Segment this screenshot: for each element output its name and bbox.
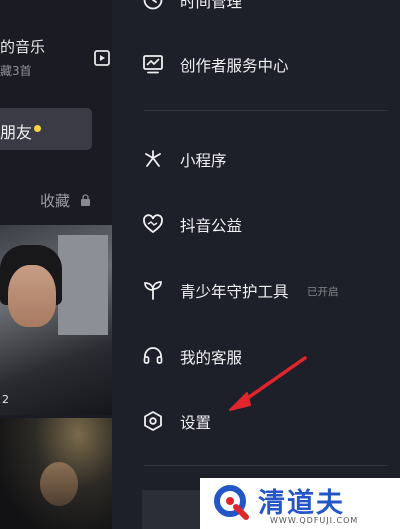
menu-item-mini-program[interactable]: 小程序 bbox=[114, 137, 400, 181]
side-drawer-menu: 时间管理 创作者服务中心 小程序 抖音公益 青少年守护工具 已开启 我的客服 设… bbox=[114, 0, 400, 529]
music-subtitle: 藏3首 bbox=[0, 64, 32, 78]
lock-icon bbox=[81, 194, 90, 206]
watermark-url: WWW.QDFUJI.COM bbox=[270, 516, 359, 525]
thumbnail-face bbox=[8, 265, 56, 327]
watermark-title: 清道夫 bbox=[258, 488, 345, 519]
thumbnail-building bbox=[58, 235, 108, 335]
music-title[interactable]: 的音乐 bbox=[0, 36, 45, 57]
video-thumbnail[interactable] bbox=[0, 418, 112, 529]
sprout-icon bbox=[144, 281, 162, 300]
tv-icon[interactable] bbox=[94, 47, 110, 67]
profile-background-panel: 的音乐 藏3首 朋友 收藏 2 bbox=[0, 0, 112, 529]
menu-item-label: 小程序 bbox=[180, 152, 227, 170]
menu-item-label: 我的客服 bbox=[180, 349, 243, 367]
heart-charity-icon bbox=[143, 214, 163, 234]
add-friend-button[interactable]: 朋友 bbox=[0, 108, 92, 150]
thumbnail-count: 2 bbox=[2, 393, 9, 406]
menu-item-label: 青少年守护工具 bbox=[180, 283, 289, 301]
clock-icon bbox=[143, 0, 163, 10]
menu-item-label: 抖音公益 bbox=[180, 217, 243, 235]
menu-item-label: 时间管理 bbox=[180, 0, 243, 11]
menu-item-youth-protection[interactable]: 青少年守护工具 已开启 bbox=[114, 268, 400, 312]
menu-item-charity[interactable]: 抖音公益 bbox=[114, 202, 400, 246]
menu-item-label: 设置 bbox=[180, 414, 212, 432]
notification-dot bbox=[34, 125, 41, 132]
menu-item-customer-service[interactable]: 我的客服 bbox=[114, 334, 400, 378]
menu-item-creator-center[interactable]: 创作者服务中心 bbox=[114, 42, 400, 86]
headset-icon bbox=[143, 347, 163, 364]
thumbnail-face bbox=[40, 462, 78, 506]
menu-item-label: 创作者服务中心 bbox=[180, 57, 289, 75]
chart-monitor-icon bbox=[143, 55, 163, 74]
video-thumbnail[interactable]: 2 bbox=[0, 225, 112, 415]
menu-divider bbox=[144, 110, 388, 111]
hexagon-gear-icon bbox=[144, 411, 162, 431]
watermark-logo: 清道夫 WWW.QDFUJI.COM bbox=[200, 478, 400, 529]
mini-program-icon bbox=[145, 150, 161, 167]
tab-collect[interactable]: 收藏 bbox=[40, 190, 70, 211]
friend-button-label: 朋友 bbox=[0, 123, 33, 142]
menu-item-settings[interactable]: 设置 bbox=[114, 399, 400, 443]
menu-item-time-management[interactable]: 时间管理 bbox=[114, 0, 400, 22]
menu-divider bbox=[144, 465, 388, 466]
status-badge: 已开启 bbox=[307, 286, 339, 298]
logo-icon bbox=[214, 485, 249, 520]
